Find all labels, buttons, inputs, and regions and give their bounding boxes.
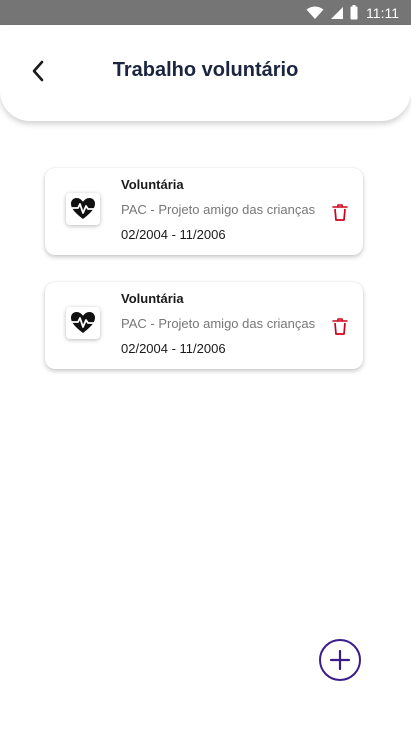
volunteer-card[interactable]: Voluntária PAC - Projeto amigo das crian… xyxy=(45,282,363,369)
card-role: Voluntária xyxy=(121,291,184,306)
trash-icon xyxy=(332,317,348,335)
add-button[interactable] xyxy=(319,639,361,681)
signal-icon xyxy=(331,6,344,19)
card-organization: PAC - Projeto amigo das crianças xyxy=(121,202,316,217)
delete-button[interactable] xyxy=(331,317,349,335)
card-icon-box xyxy=(66,193,100,225)
plus-icon xyxy=(329,649,351,671)
card-role: Voluntária xyxy=(121,177,184,192)
card-period: 02/2004 - 11/2006 xyxy=(121,341,226,356)
delete-button[interactable] xyxy=(331,203,349,221)
heart-pulse-icon xyxy=(71,198,95,219)
wifi-icon xyxy=(306,6,324,19)
page-title: Trabalho voluntário xyxy=(112,59,299,81)
card-text: Voluntária PAC - Projeto amigo das crian… xyxy=(121,177,315,243)
volunteer-list: Voluntária PAC - Projeto amigo das crian… xyxy=(45,168,363,396)
header: Trabalho voluntário xyxy=(0,25,411,121)
card-organization: PAC - Projeto amigo das crianças xyxy=(121,316,316,331)
status-icons xyxy=(306,5,358,20)
trash-icon xyxy=(332,203,348,221)
card-period: 02/2004 - 11/2006 xyxy=(121,227,226,242)
status-time: 11:11 xyxy=(366,4,399,21)
heart-pulse-icon xyxy=(71,312,95,333)
volunteer-card[interactable]: Voluntária PAC - Projeto amigo das crian… xyxy=(45,168,363,255)
status-bar: 11:11 xyxy=(0,0,411,25)
battery-icon xyxy=(350,5,358,20)
card-text: Voluntária PAC - Projeto amigo das crian… xyxy=(121,291,315,357)
card-icon-box xyxy=(66,307,100,339)
